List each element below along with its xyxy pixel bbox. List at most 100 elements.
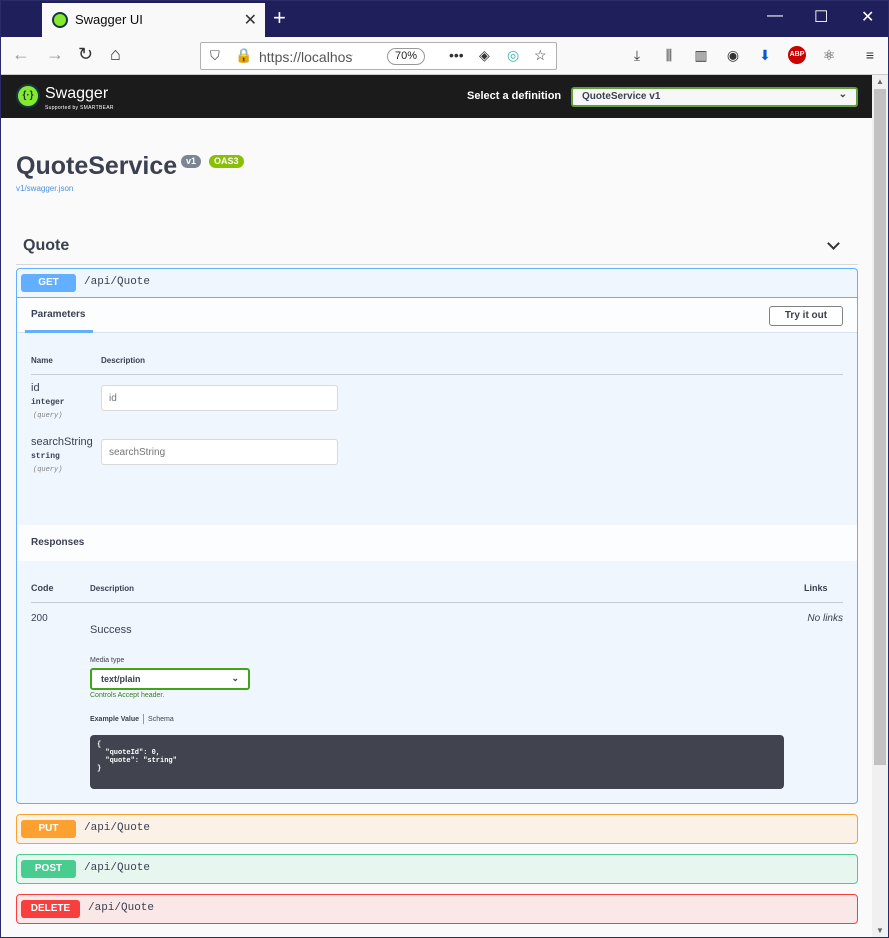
new-tab-icon[interactable]: +	[273, 5, 286, 31]
parameters-tab[interactable]: Parameters	[31, 309, 85, 320]
chevron-down-icon: ⌄	[231, 673, 239, 683]
menu-icon[interactable]: ≡	[861, 46, 879, 64]
version-badge: v1	[181, 155, 202, 168]
operation-path: /api/Quote	[84, 276, 151, 288]
operation-post[interactable]: POST /api/Quote	[16, 854, 858, 884]
response-code: 200	[31, 613, 48, 624]
chevron-down-icon: ⌄	[838, 89, 847, 100]
responses-header: Responses	[17, 525, 857, 561]
forward-icon[interactable]: →	[46, 44, 64, 65]
sidebar-icon[interactable]: ▥	[692, 46, 710, 64]
operation-summary[interactable]: DELETE /api/Quote	[17, 895, 857, 923]
column-header-code: Code	[31, 583, 54, 593]
parameters-header: Parameters Try it out	[17, 297, 857, 333]
tab-title: Swagger UI	[75, 12, 143, 27]
responses-title: Responses	[31, 537, 85, 548]
method-badge: DELETE	[21, 900, 80, 918]
operation-summary[interactable]: POST /api/Quote	[17, 855, 857, 883]
example-tabs: Example Value Schema	[90, 714, 174, 724]
tab-separator	[143, 714, 145, 724]
tag-section-header[interactable]: Quote	[16, 225, 858, 265]
account-icon[interactable]: ◉	[724, 46, 742, 64]
tag-name: Quote	[23, 237, 70, 254]
method-badge: PUT	[21, 820, 76, 838]
more-actions-icon[interactable]: •••	[449, 47, 464, 63]
id-input[interactable]	[101, 385, 338, 411]
pocket-icon[interactable]: ◈	[479, 47, 490, 64]
response-description: Success	[90, 624, 132, 636]
param-type: integer	[31, 398, 65, 407]
tracking-shield-icon[interactable]: ⛉	[210, 48, 220, 64]
maximize-icon[interactable]: ☐	[814, 7, 828, 27]
extension-icon[interactable]: ◎	[507, 47, 519, 64]
definition-select[interactable]: QuoteService v1 ⌄	[571, 87, 858, 107]
adblock-icon[interactable]: ABP	[788, 46, 806, 64]
media-type-label: Media type	[90, 657, 125, 664]
lock-icon[interactable]: 🔒	[235, 47, 252, 64]
scrollbar-thumb[interactable]	[874, 89, 886, 765]
minimize-icon[interactable]: —	[767, 7, 783, 25]
schema-tab[interactable]: Schema	[148, 716, 174, 723]
swagger-logo-icon[interactable]: {·}	[16, 84, 40, 108]
operation-summary[interactable]: PUT /api/Quote	[17, 815, 857, 843]
example-code-block: { "quoteId": 0, "quote": "string" }	[90, 735, 784, 789]
search-string-input[interactable]	[101, 439, 338, 465]
param-location: (query)	[33, 412, 63, 420]
definition-label: Select a definition	[467, 90, 562, 102]
tab-underline	[25, 330, 93, 333]
column-header-name: Name	[31, 356, 53, 365]
vertical-scrollbar[interactable]: ▲ ▼	[872, 75, 888, 937]
browser-tab[interactable]: Swagger UI ✕	[42, 3, 265, 37]
param-type: string	[31, 452, 60, 461]
download-icon[interactable]: ⤓	[628, 46, 646, 64]
window-close-icon[interactable]: ✕	[861, 7, 874, 27]
example-value-tab[interactable]: Example Value	[90, 716, 139, 723]
param-name: id	[31, 382, 40, 394]
operation-delete[interactable]: DELETE /api/Quote	[16, 894, 858, 924]
operation-path: /api/Quote	[84, 822, 151, 834]
divider	[31, 374, 843, 375]
chevron-down-icon[interactable]	[827, 237, 840, 250]
param-name: searchString	[31, 436, 93, 448]
column-header-description: Description	[90, 584, 135, 593]
nav-bar: ← → ↻ ⌂ ⛉ 🔒 https://localhost 70% ••• ◈ …	[1, 37, 888, 75]
swagger-page: {·} Swagger Supported by SMARTBEAR Selec…	[1, 75, 872, 937]
home-icon[interactable]: ⌂	[110, 44, 121, 65]
scroll-up-icon[interactable]: ▲	[876, 77, 884, 86]
spec-link[interactable]: v1/swagger.json	[16, 184, 73, 193]
media-type-select[interactable]: text/plain ⌄	[90, 668, 250, 690]
try-it-out-button[interactable]: Try it out	[769, 306, 843, 326]
swagger-favicon-icon	[52, 12, 68, 28]
library-icon[interactable]: ⫼	[660, 46, 678, 64]
close-tab-icon[interactable]: ✕	[244, 10, 257, 30]
operation-get: GET /api/Quote Parameters Try it out Nam…	[16, 268, 858, 804]
oas-badge: OAS3	[209, 155, 244, 168]
download-helper-icon[interactable]: ⬇	[756, 46, 774, 64]
operation-path: /api/Quote	[84, 862, 151, 874]
operation-summary[interactable]: GET /api/Quote	[17, 269, 857, 297]
bookmark-star-icon[interactable]: ☆	[534, 47, 547, 64]
react-devtools-icon[interactable]: ⚛	[820, 46, 838, 64]
zoom-indicator[interactable]: 70%	[387, 48, 425, 65]
api-title: QuoteService	[16, 152, 178, 180]
controls-accept-note: Controls Accept header.	[90, 692, 165, 699]
scroll-down-icon[interactable]: ▼	[876, 926, 884, 935]
method-badge: GET	[21, 274, 76, 292]
method-badge: POST	[21, 860, 76, 878]
column-header-description: Description	[101, 356, 146, 365]
logo-text[interactable]: Swagger	[45, 85, 108, 103]
reload-icon[interactable]: ↻	[78, 44, 93, 65]
column-header-links: Links	[804, 583, 828, 593]
url-text[interactable]: https://localhost	[259, 49, 353, 65]
operation-put[interactable]: PUT /api/Quote	[16, 814, 858, 844]
swagger-topbar: {·} Swagger Supported by SMARTBEAR Selec…	[1, 75, 872, 118]
logo-subtext: Supported by SMARTBEAR	[45, 105, 114, 111]
param-location: (query)	[33, 466, 63, 474]
operation-path: /api/Quote	[88, 902, 155, 914]
url-bar[interactable]: ⛉ 🔒 https://localhost 70% ••• ◈ ◎ ☆	[200, 42, 557, 70]
browser-window: Swagger UI ✕ + — ☐ ✕ ← → ↻ ⌂ ⛉ 🔒 https:/…	[0, 0, 889, 938]
back-icon[interactable]: ←	[12, 44, 30, 65]
divider	[31, 602, 843, 603]
response-links: No links	[807, 613, 843, 624]
tab-bar: Swagger UI ✕ + — ☐ ✕	[1, 1, 888, 37]
